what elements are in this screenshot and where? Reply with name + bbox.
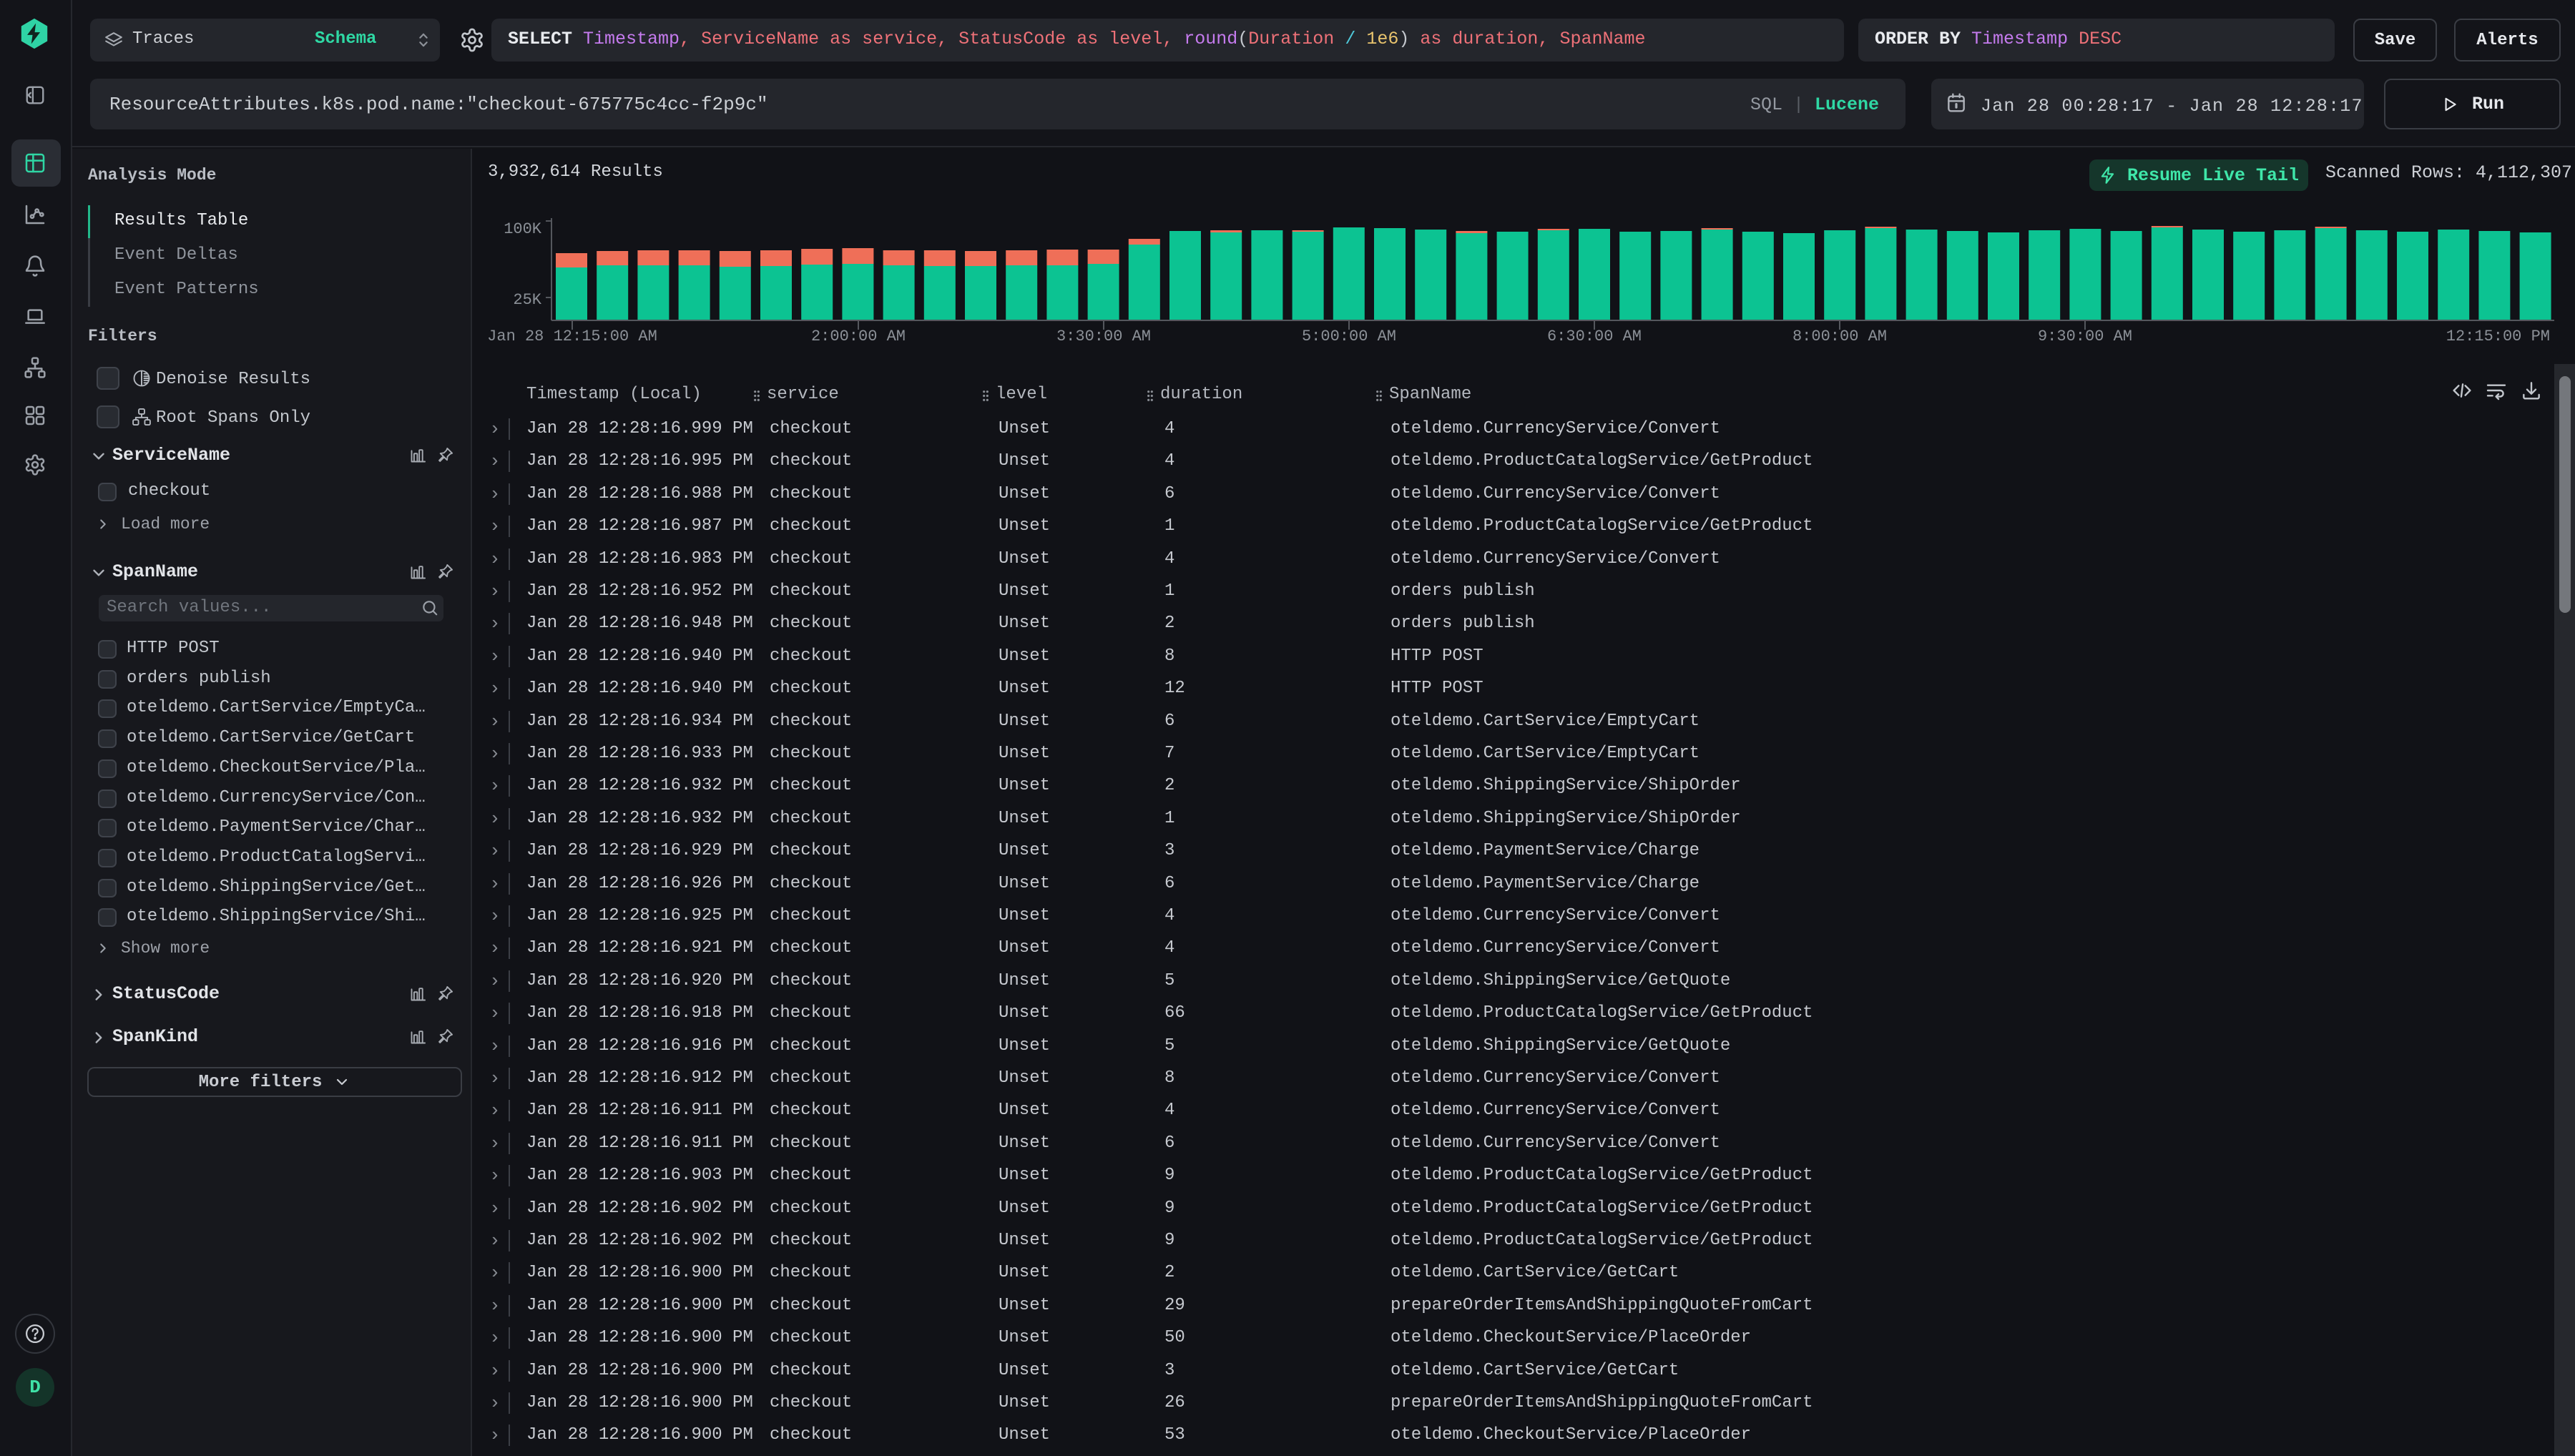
svg-text:25K: 25K	[513, 291, 541, 309]
svg-text:5:00:00 AM: 5:00:00 AM	[1302, 328, 1396, 345]
svg-text:6:30:00 AM: 6:30:00 AM	[1547, 328, 1642, 345]
svg-text:2:00:00 AM: 2:00:00 AM	[811, 328, 906, 345]
svg-text:9:30:00 AM: 9:30:00 AM	[2038, 328, 2132, 345]
svg-text:3:30:00 AM: 3:30:00 AM	[1056, 328, 1151, 345]
svg-text:Jan 28 12:15:00 AM: Jan 28 12:15:00 AM	[487, 328, 657, 345]
svg-text:100K: 100K	[504, 220, 542, 238]
svg-text:8:00:00 AM: 8:00:00 AM	[1792, 328, 1887, 345]
svg-text:12:15:00 PM: 12:15:00 PM	[2446, 328, 2550, 345]
